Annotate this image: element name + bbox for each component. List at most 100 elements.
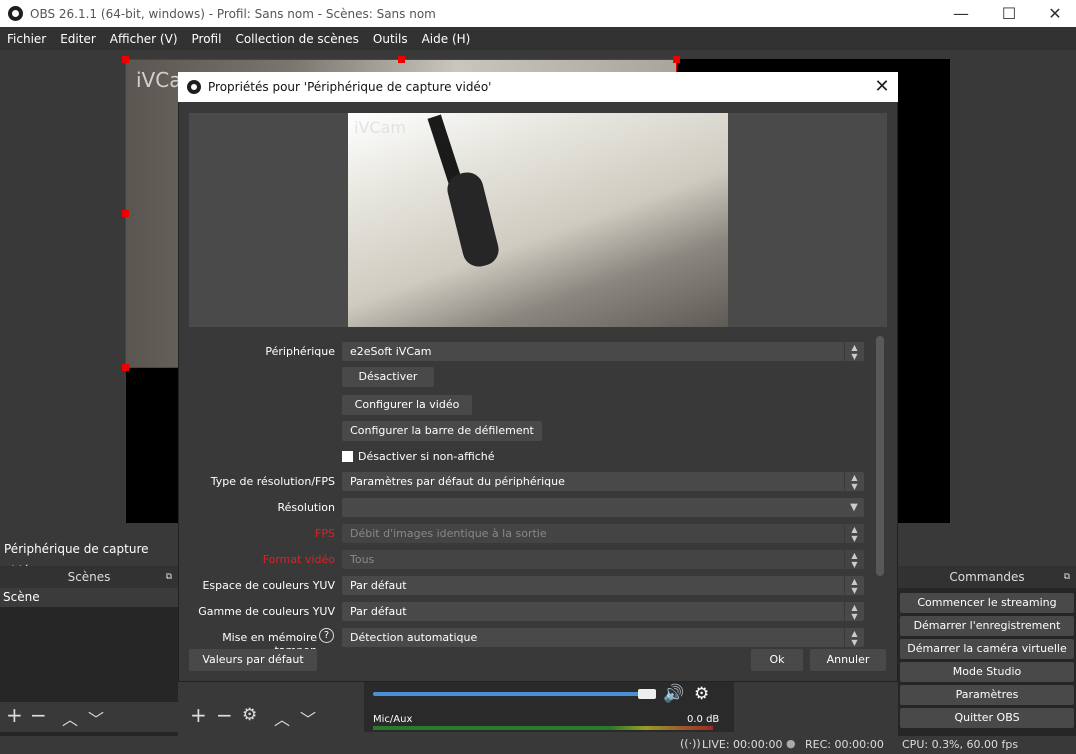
fps-value: Débit d'images identique à la sortie	[350, 527, 547, 540]
chevron-down-icon: ▼	[850, 502, 858, 513]
resize-handle[interactable]	[122, 210, 129, 217]
deactivate-button[interactable]: Désactiver	[342, 367, 434, 387]
rec-time: REC: 00:00:00	[805, 738, 884, 751]
maximize-button[interactable]: ☐	[986, 0, 1032, 27]
buffering-value: Détection automatique	[350, 631, 478, 644]
res-type-value: Paramètres par défaut du périphérique	[350, 475, 565, 488]
resolution-label: Résolution	[277, 501, 335, 514]
status-bar: ((·)) LIVE: 00:00:00 ● REC: 00:00:00 CPU…	[0, 736, 1076, 754]
add-source-icon[interactable]: +	[190, 703, 207, 727]
scenes-title: Scènes	[67, 570, 111, 584]
help-icon[interactable]: ?	[319, 628, 334, 643]
configure-crossbar-button[interactable]: Configurer la barre de défilement	[342, 421, 542, 441]
exit-button[interactable]: Quitter OBS	[900, 708, 1074, 728]
volume-slider-handle[interactable]	[638, 689, 656, 699]
commands-dock-title: Commandes ⧉	[898, 566, 1076, 588]
fps-label: FPS	[315, 527, 335, 540]
device-label: Périphérique	[265, 345, 335, 358]
scene-list-item[interactable]: Scène	[0, 588, 178, 607]
res-type-select[interactable]: Paramètres par défaut du périphérique ▲ ▼	[342, 472, 864, 491]
device-value: e2eSoft iVCam	[350, 345, 432, 358]
res-type-label: Type de résolution/FPS	[210, 475, 335, 488]
deactivate-when-hidden-label: Désactiver si non-affiché	[358, 450, 495, 463]
resize-handle[interactable]	[398, 56, 405, 63]
live-time: LIVE: 00:00:00	[702, 738, 783, 751]
commands-title: Commandes	[949, 570, 1025, 584]
dialog-preview-watermark: iVCam	[354, 118, 406, 137]
yuv-space-value: Par défaut	[350, 579, 407, 592]
dialog-close-button[interactable]: ✕	[870, 76, 894, 98]
resize-handle[interactable]	[673, 56, 680, 63]
menu-view[interactable]: Afficher (V)	[103, 32, 185, 46]
remove-source-icon[interactable]: −	[216, 703, 233, 727]
move-down-icon[interactable]: ﹀	[88, 706, 104, 730]
undock-icon[interactable]: ⧉	[166, 566, 172, 588]
configure-video-button[interactable]: Configurer la vidéo	[342, 395, 472, 415]
dialog-title: Propriétés pour 'Périphérique de capture…	[208, 80, 492, 94]
spin-arrows-icon: ▲ ▼	[844, 602, 864, 621]
yuv-range-label: Gamme de couleurs YUV	[198, 605, 335, 618]
scenes-dock-title: Scènes ⧉	[0, 566, 178, 588]
spin-arrows-icon: ▲ ▼	[844, 576, 864, 595]
live-indicator-icon: ((·))	[680, 737, 701, 750]
move-up-icon[interactable]: ︿	[62, 706, 78, 730]
dialog-preview-image	[348, 113, 728, 327]
buffering-select[interactable]: Détection automatique ▲ ▼	[342, 628, 864, 647]
rec-indicator-icon: ●	[786, 737, 796, 750]
menubar: Fichier Editer Afficher (V) Profil Colle…	[0, 27, 1076, 50]
add-scene-icon[interactable]: +	[6, 703, 23, 727]
resolution-select[interactable]: ▼	[342, 498, 864, 517]
start-virtual-camera-button[interactable]: Démarrer la caméra virtuelle	[900, 639, 1074, 659]
undock-icon[interactable]: ⧉	[1064, 566, 1070, 588]
gear-icon[interactable]: ⚙	[694, 684, 709, 704]
start-recording-button[interactable]: Démarrer l'enregistrement	[900, 616, 1074, 636]
gear-icon[interactable]: ⚙	[242, 705, 257, 725]
cpu-fps: CPU: 0.3%, 60.00 fps	[902, 738, 1019, 751]
device-select[interactable]: e2eSoft iVCam ▲ ▼	[342, 342, 864, 361]
selected-source-label: Périphérique de capture vidéo	[4, 542, 149, 578]
menu-profile[interactable]: Profil	[185, 32, 229, 46]
menu-help[interactable]: Aide (H)	[415, 32, 478, 46]
yuv-space-select[interactable]: Par défaut ▲ ▼	[342, 576, 864, 595]
cancel-button[interactable]: Annuler	[810, 649, 886, 671]
speaker-icon[interactable]: 🔊	[663, 684, 684, 704]
volume-slider[interactable]	[373, 692, 653, 696]
menu-edit[interactable]: Editer	[53, 32, 103, 46]
start-streaming-button[interactable]: Commencer le streaming	[900, 593, 1074, 613]
move-up-icon[interactable]: ︿	[274, 706, 290, 730]
window-title: OBS 26.1.1 (64-bit, windows) - Profil: S…	[30, 6, 436, 21]
spin-arrows-icon: ▲ ▼	[844, 628, 864, 647]
obs-logo-icon	[8, 6, 23, 21]
defaults-button[interactable]: Valeurs par défaut	[189, 649, 317, 671]
move-down-icon[interactable]: ﹀	[300, 706, 316, 730]
spin-arrows-icon: ▲ ▼	[844, 550, 864, 569]
menu-file[interactable]: Fichier	[0, 32, 53, 46]
remove-scene-icon[interactable]: −	[30, 703, 47, 727]
spin-arrows-icon: ▲ ▼	[844, 472, 864, 491]
fps-select[interactable]: Débit d'images identique à la sortie ▲ ▼	[342, 524, 864, 543]
audio-meter	[373, 726, 713, 730]
dialog-scrollbar-thumb[interactable]	[876, 336, 884, 576]
close-window-button[interactable]: ✕	[1032, 0, 1076, 27]
yuv-range-select[interactable]: Par défaut ▲ ▼	[342, 602, 864, 621]
mixer-level: 0.0 dB	[687, 714, 720, 725]
window-titlebar: OBS 26.1.1 (64-bit, windows) - Profil: S…	[0, 0, 1076, 27]
mixer-channel-name: Mic/Aux	[373, 714, 413, 725]
video-format-label: Format vidéo	[262, 553, 335, 566]
ok-button[interactable]: Ok	[751, 649, 803, 671]
menu-scene-collection[interactable]: Collection de scènes	[228, 32, 365, 46]
spin-arrows-icon: ▲ ▼	[844, 342, 864, 361]
settings-button[interactable]: Paramètres	[900, 685, 1074, 705]
video-format-select[interactable]: Tous ▲ ▼	[342, 550, 864, 569]
yuv-range-value: Par défaut	[350, 605, 407, 618]
resize-handle[interactable]	[122, 364, 129, 371]
menu-tools[interactable]: Outils	[366, 32, 415, 46]
resize-handle[interactable]	[122, 56, 129, 63]
studio-mode-button[interactable]: Mode Studio	[900, 662, 1074, 682]
video-format-value: Tous	[350, 553, 375, 566]
dialog-titlebar: Propriétés pour 'Périphérique de capture…	[178, 72, 898, 102]
yuv-space-label: Espace de couleurs YUV	[202, 579, 335, 592]
spin-arrows-icon: ▲ ▼	[844, 524, 864, 543]
minimize-button[interactable]: —	[938, 0, 984, 27]
deactivate-when-hidden-checkbox[interactable]	[342, 451, 353, 462]
